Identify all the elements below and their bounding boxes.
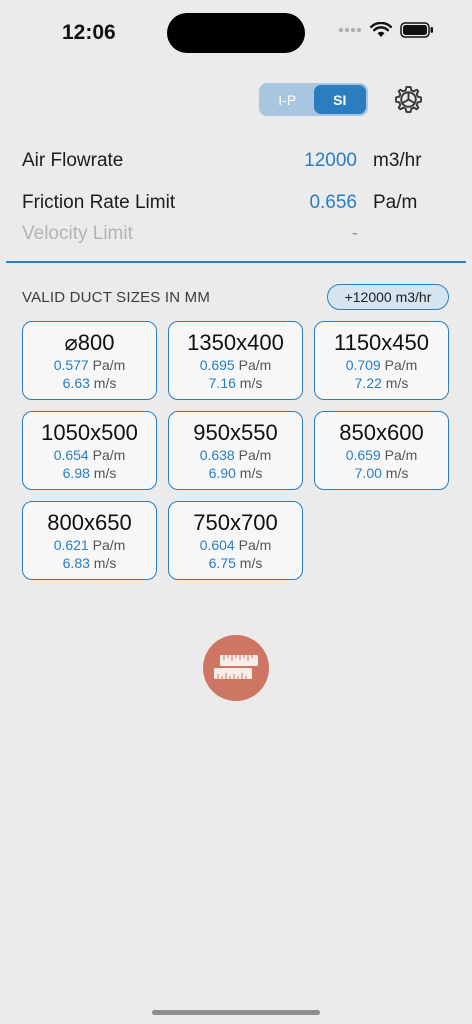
- duct-size: 1350x400: [187, 330, 284, 355]
- battery-icon: [400, 22, 433, 38]
- friction-value: 0.709: [345, 357, 381, 373]
- friction-unit: Pa/m: [384, 447, 418, 463]
- friction-unit: Pa/m: [92, 447, 126, 463]
- velocity-unit: m/s: [385, 465, 409, 481]
- duct-size: 750x700: [193, 510, 278, 535]
- home-indicator: [152, 1010, 320, 1015]
- friction-unit: Pa/m: [238, 447, 272, 463]
- friction-value: 0.695: [199, 357, 235, 373]
- duct-size-card[interactable]: 800x650 0.621 Pa/m 6.83 m/s: [22, 501, 157, 580]
- friction-unit: Pa/m: [384, 357, 418, 373]
- duct-size-card[interactable]: 1050x500 0.654 Pa/m 6.98 m/s: [22, 411, 157, 490]
- velocity-unit: m/s: [385, 375, 409, 391]
- duct-size: 950x550: [193, 420, 278, 445]
- velocity-unit: m/s: [239, 555, 263, 571]
- gear-icon[interactable]: [393, 84, 424, 115]
- friction-unit: Pa/m: [92, 537, 126, 553]
- flow-badge[interactable]: +12000 m3/hr: [327, 284, 449, 310]
- velocity-value: 7.16: [208, 375, 236, 391]
- velocity-value: 6.63: [62, 375, 90, 391]
- velocity-line: 6.98 m/s: [23, 464, 156, 482]
- velocity-limit-value[interactable]: -: [352, 223, 358, 245]
- velocity-line: 6.83 m/s: [23, 554, 156, 572]
- velocity-limit-row[interactable]: Velocity Limit -: [22, 223, 472, 249]
- duct-size-card[interactable]: 750x700 0.604 Pa/m 6.75 m/s: [168, 501, 303, 580]
- duct-size: 1050x500: [41, 420, 138, 445]
- duct-size: 800x650: [47, 510, 132, 535]
- velocity-line: 7.16 m/s: [169, 374, 302, 392]
- velocity-unit: m/s: [93, 465, 117, 481]
- velocity-value: 7.22: [354, 375, 382, 391]
- velocity-line: 7.22 m/s: [315, 374, 448, 392]
- duct-size-card[interactable]: 850x600 0.659 Pa/m 7.00 m/s: [314, 411, 449, 490]
- velocity-line: 7.00 m/s: [315, 464, 448, 482]
- velocity-line: 6.90 m/s: [169, 464, 302, 482]
- friction-rate-label: Friction Rate Limit: [22, 192, 176, 213]
- friction-value: 0.621: [53, 537, 89, 553]
- friction-rate-unit: Pa/m: [373, 192, 418, 213]
- friction-value: 0.604: [199, 537, 235, 553]
- velocity-unit: m/s: [239, 375, 263, 391]
- friction-line: 0.709 Pa/m: [315, 356, 448, 374]
- friction-line: 0.695 Pa/m: [169, 356, 302, 374]
- friction-value: 0.659: [345, 447, 381, 463]
- friction-value: 0.638: [199, 447, 235, 463]
- status-time: 12:06: [62, 21, 116, 44]
- wifi-icon: [370, 22, 392, 37]
- cellular-signal-icon: [338, 27, 362, 33]
- friction-line: 0.577 Pa/m: [23, 356, 156, 374]
- friction-rate-value[interactable]: 0.656: [309, 192, 357, 214]
- friction-rate-row[interactable]: Friction Rate Limit 0.656 Pa/m: [22, 192, 472, 218]
- duct-size-card[interactable]: ⌀800 0.577 Pa/m 6.63 m/s: [22, 321, 157, 400]
- friction-unit: Pa/m: [92, 357, 126, 373]
- duct-size-card[interactable]: 950x550 0.638 Pa/m 6.90 m/s: [168, 411, 303, 490]
- velocity-unit: m/s: [93, 375, 117, 391]
- velocity-line: 6.75 m/s: [169, 554, 302, 572]
- air-flowrate-unit: m3/hr: [373, 150, 422, 171]
- ruler-icon: [214, 655, 258, 679]
- air-flowrate-value[interactable]: 12000: [304, 150, 357, 172]
- velocity-value: 6.98: [62, 465, 90, 481]
- unit-system-toggle[interactable]: I-P SI: [259, 83, 368, 116]
- velocity-value: 6.83: [62, 555, 90, 571]
- duct-size-card[interactable]: 1350x400 0.695 Pa/m 7.16 m/s: [168, 321, 303, 400]
- unit-option-si[interactable]: SI: [313, 85, 366, 114]
- velocity-value: 6.75: [208, 555, 236, 571]
- velocity-unit: m/s: [93, 555, 117, 571]
- friction-value: 0.654: [53, 447, 89, 463]
- unit-option-ip[interactable]: I-P: [261, 85, 314, 114]
- velocity-limit-label: Velocity Limit: [22, 223, 133, 244]
- friction-unit: Pa/m: [238, 357, 272, 373]
- dynamic-island: [167, 13, 305, 53]
- air-flowrate-row[interactable]: Air Flowrate 12000 m3/hr: [22, 150, 472, 176]
- velocity-value: 6.90: [208, 465, 236, 481]
- duct-size: ⌀800: [64, 330, 115, 355]
- duct-size: 1150x450: [333, 330, 429, 355]
- status-bar: 12:06: [0, 0, 472, 62]
- friction-unit: Pa/m: [238, 537, 272, 553]
- velocity-line: 6.63 m/s: [23, 374, 156, 392]
- friction-line: 0.659 Pa/m: [315, 446, 448, 464]
- velocity-value: 7.00: [354, 465, 382, 481]
- friction-value: 0.577: [53, 357, 89, 373]
- duct-size: 850x600: [339, 420, 424, 445]
- friction-line: 0.604 Pa/m: [169, 536, 302, 554]
- duct-size-card[interactable]: 1150x450 0.709 Pa/m 7.22 m/s: [314, 321, 449, 400]
- results-title: VALID DUCT SIZES IN MM: [22, 289, 211, 306]
- section-divider: [6, 261, 466, 263]
- friction-line: 0.621 Pa/m: [23, 536, 156, 554]
- friction-line: 0.638 Pa/m: [169, 446, 302, 464]
- air-flowrate-label: Air Flowrate: [22, 150, 124, 171]
- velocity-unit: m/s: [239, 465, 263, 481]
- status-icons: [338, 22, 434, 38]
- ruler-fab-button[interactable]: [203, 635, 269, 701]
- friction-line: 0.654 Pa/m: [23, 446, 156, 464]
